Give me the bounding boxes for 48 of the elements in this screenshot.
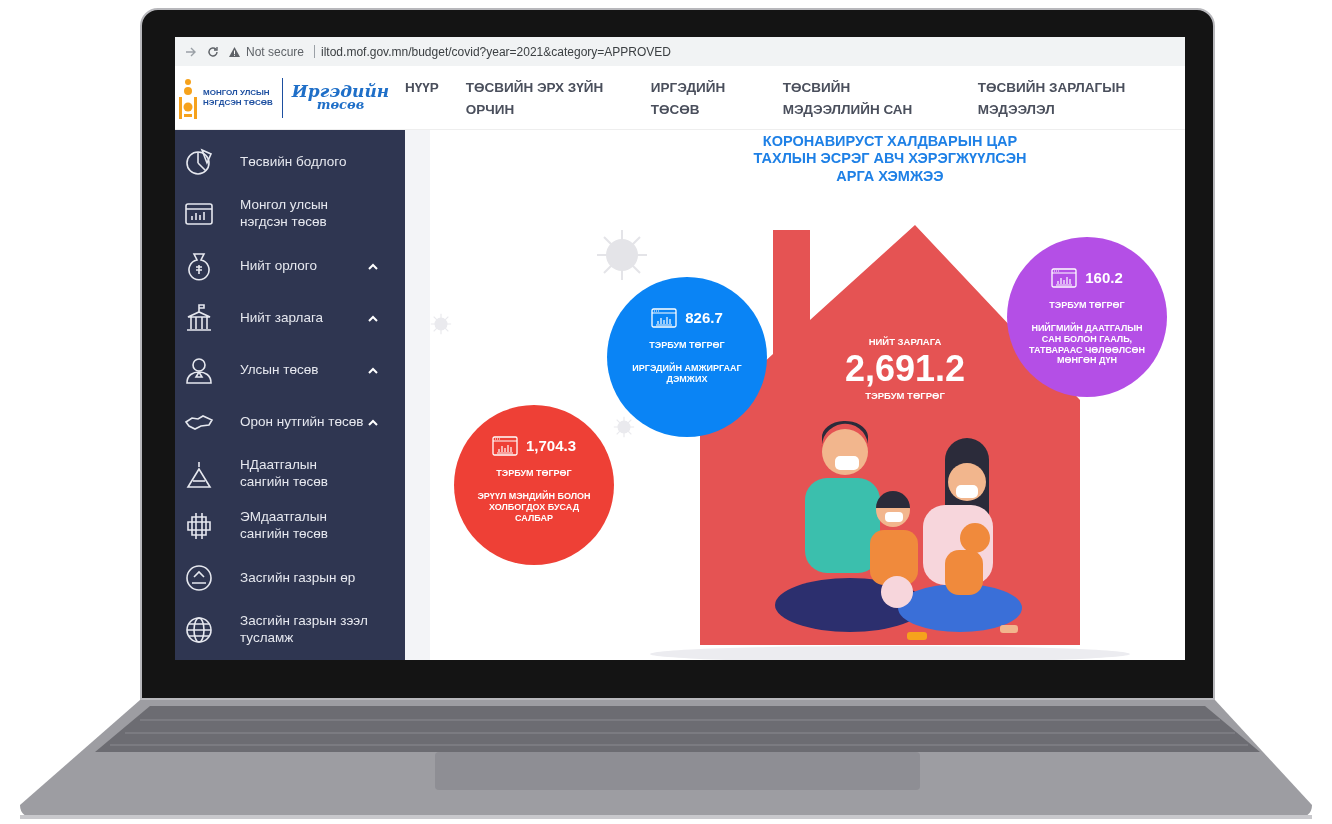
- nav-link[interactable]: НҮҮР: [405, 76, 439, 99]
- sidebar-item[interactable]: Засгийн газрын өр: [175, 552, 405, 604]
- bubble-unit: ТЭРБУМ ТӨГРӨГ: [496, 466, 572, 480]
- caret-icon[interactable]: [368, 418, 378, 426]
- nav-link[interactable]: ИРГЭДИЙН ТӨСӨВ: [650, 76, 741, 121]
- sidebar-item[interactable]: Улсын төсөв: [175, 344, 405, 396]
- warning-icon: [229, 46, 240, 57]
- logo-org-text: НЭГДСЭН ТӨСӨВ: [203, 97, 273, 107]
- bubble-unit: ТЭРБУМ ТӨГРӨГ: [1049, 298, 1125, 312]
- browser-chart-icon: [491, 436, 518, 457]
- sidebar-item[interactable]: Төсвийн бодлого: [175, 136, 405, 188]
- security-label: Not secure: [246, 43, 305, 61]
- logo-script-text: төсөв: [316, 99, 365, 112]
- browser-chart-icon: [651, 308, 678, 329]
- sidebar-item[interactable]: ЭМдаатгалын сангийн төсөв: [175, 500, 405, 552]
- bubble-description: ИРГЭДИЙН АМЖИРГААГ ДЭМЖИХ: [631, 363, 743, 385]
- total-label: НИЙТ ЗАРЛАГА: [867, 335, 943, 349]
- caret-icon[interactable]: [368, 314, 378, 322]
- browser-chart-icon: [1051, 268, 1078, 289]
- person-icon: [184, 355, 214, 385]
- reload-icon[interactable]: [207, 45, 219, 58]
- bubble-value: 160.2: [1085, 268, 1123, 288]
- nav-link[interactable]: ТӨСВИЙН МЭДЭЭЛЛИЙН САН: [782, 76, 933, 121]
- sidebar-item[interactable]: Нийт орлого: [175, 240, 405, 292]
- bubble-value: 1,704.3: [525, 436, 576, 456]
- sidebar-item[interactable]: Нийт зарлага: [175, 292, 405, 344]
- pie-chart-icon: [184, 147, 214, 177]
- sidebar-item[interactable]: Монгол улсын нэгдсэн төсөв: [175, 188, 405, 240]
- total-value: 2,691.2: [843, 349, 967, 389]
- total-unit: ТЭРБУМ ТӨГРӨГ: [864, 388, 946, 403]
- tent-icon: [184, 459, 214, 489]
- sidebar-item[interactable]: Орон нутгийн төсөв: [175, 396, 405, 448]
- url-text[interactable]: iltod.mof.gov.mn/budget/covid?year=2021&category=APPROVED: [321, 42, 671, 61]
- logo-org-text: МОНГОЛ УЛСЫН: [203, 88, 271, 98]
- globe-icon: [184, 615, 214, 645]
- bubble-description: НИЙГМИЙН ДААТГАЛЫН САН БОЛОН ГААЛЬ, ТАТВАРААС ЧӨЛӨӨЛСӨН МӨНГӨН ДҮН: [1028, 323, 1146, 367]
- bubble-description: ЭРҮҮЛ МЭНДИЙН БОЛОН ХОЛБОГДОХ БУСАД САЛБАР: [476, 491, 592, 524]
- sidebar-item[interactable]: НДаатгалын сангийн төсөв: [175, 448, 405, 500]
- bubble-value: 826.7: [685, 308, 723, 328]
- nav-link[interactable]: ТӨСВИЙН ЭРХ ЗҮЙН ОРЧИН: [465, 76, 616, 121]
- sidebar-item[interactable]: Засгийн газрын зээл тусламж: [175, 604, 405, 656]
- caret-icon[interactable]: [368, 366, 378, 374]
- nav-link[interactable]: ТӨСВИЙН ЗАРЛАГЫН МЭДЭЭЛЭЛ: [977, 76, 1148, 121]
- bubble-unit: ТЭРБУМ ТӨГРӨГ: [649, 338, 725, 352]
- logo-script-text: Иргэдийн: [291, 83, 390, 100]
- building-icon: [184, 303, 214, 333]
- infographic-title: КОРОНАВИРУСТ ХАЛДВАРЫН ЦАР ТАХЛЫН ЭСРЭГ АВЧ ХЭРЭГЖҮҮЛСЭН АРГА ХЭМЖЭЭ: [752, 133, 1028, 186]
- caret-icon[interactable]: [368, 262, 378, 270]
